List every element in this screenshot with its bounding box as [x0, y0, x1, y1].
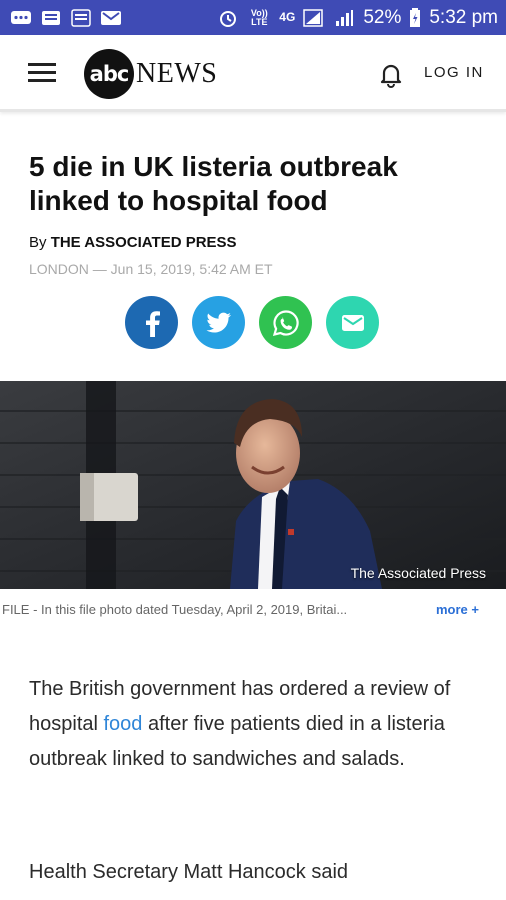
app-icon — [70, 8, 92, 27]
whatsapp-icon — [272, 309, 299, 336]
facebook-icon — [145, 310, 160, 337]
menu-icon[interactable] — [28, 63, 56, 83]
status-bar: Vo)) LTE 4G 52% 5:32 pm — [0, 0, 506, 35]
mail-icon — [100, 10, 122, 26]
byline-prefix: By — [29, 234, 51, 251]
login-link[interactable]: LOG IN — [424, 64, 484, 81]
battery-percent: 52% — [363, 6, 402, 28]
article-headline: 5 die in UK listeria outbreak linked to … — [29, 151, 398, 216]
signal-bars-icon — [333, 9, 355, 26]
twitter-icon — [206, 312, 231, 332]
site-header: abc NEWS LOG IN — [0, 35, 506, 112]
article-paragraph: The British government has ordered a rev… — [29, 672, 479, 777]
battery-icon — [409, 7, 421, 27]
hancock-photo — [0, 381, 506, 589]
signal-icon — [303, 8, 325, 27]
caption-text: FILE - In this file photo dated Tuesday,… — [2, 602, 348, 617]
abc-news-logo[interactable]: abc NEWS — [84, 49, 217, 99]
messages-icon — [10, 10, 32, 26]
article-paragraph: Health Secretary Matt Hancock said — [29, 861, 349, 883]
4g-icon: 4G — [279, 10, 296, 24]
dateline: LONDON — Jun 15, 2019, 5:42 AM ET — [29, 261, 273, 277]
facebook-share-button[interactable] — [125, 296, 178, 349]
clock: 5:32 pm — [429, 6, 498, 28]
byline-author[interactable]: THE ASSOCIATED PRESS — [51, 234, 237, 251]
volte-icon: Vo)) LTE — [250, 7, 268, 27]
caption-more-button[interactable]: more + — [436, 602, 479, 617]
byline: By THE ASSOCIATED PRESS — [29, 234, 237, 251]
article-photo[interactable]: The Associated Press — [0, 381, 506, 589]
email-icon — [341, 314, 364, 331]
logo-text: NEWS — [136, 58, 218, 89]
photo-credit: The Associated Press — [350, 565, 486, 581]
news-icon — [40, 10, 62, 26]
twitter-share-button[interactable] — [192, 296, 245, 349]
share-bar — [125, 296, 379, 349]
logo-mark: abc — [84, 49, 134, 99]
notification-bell-icon[interactable] — [376, 59, 406, 89]
whatsapp-share-button[interactable] — [259, 296, 312, 349]
email-share-button[interactable] — [326, 296, 379, 349]
food-link[interactable]: food — [104, 713, 143, 735]
alarm-icon — [217, 10, 239, 27]
